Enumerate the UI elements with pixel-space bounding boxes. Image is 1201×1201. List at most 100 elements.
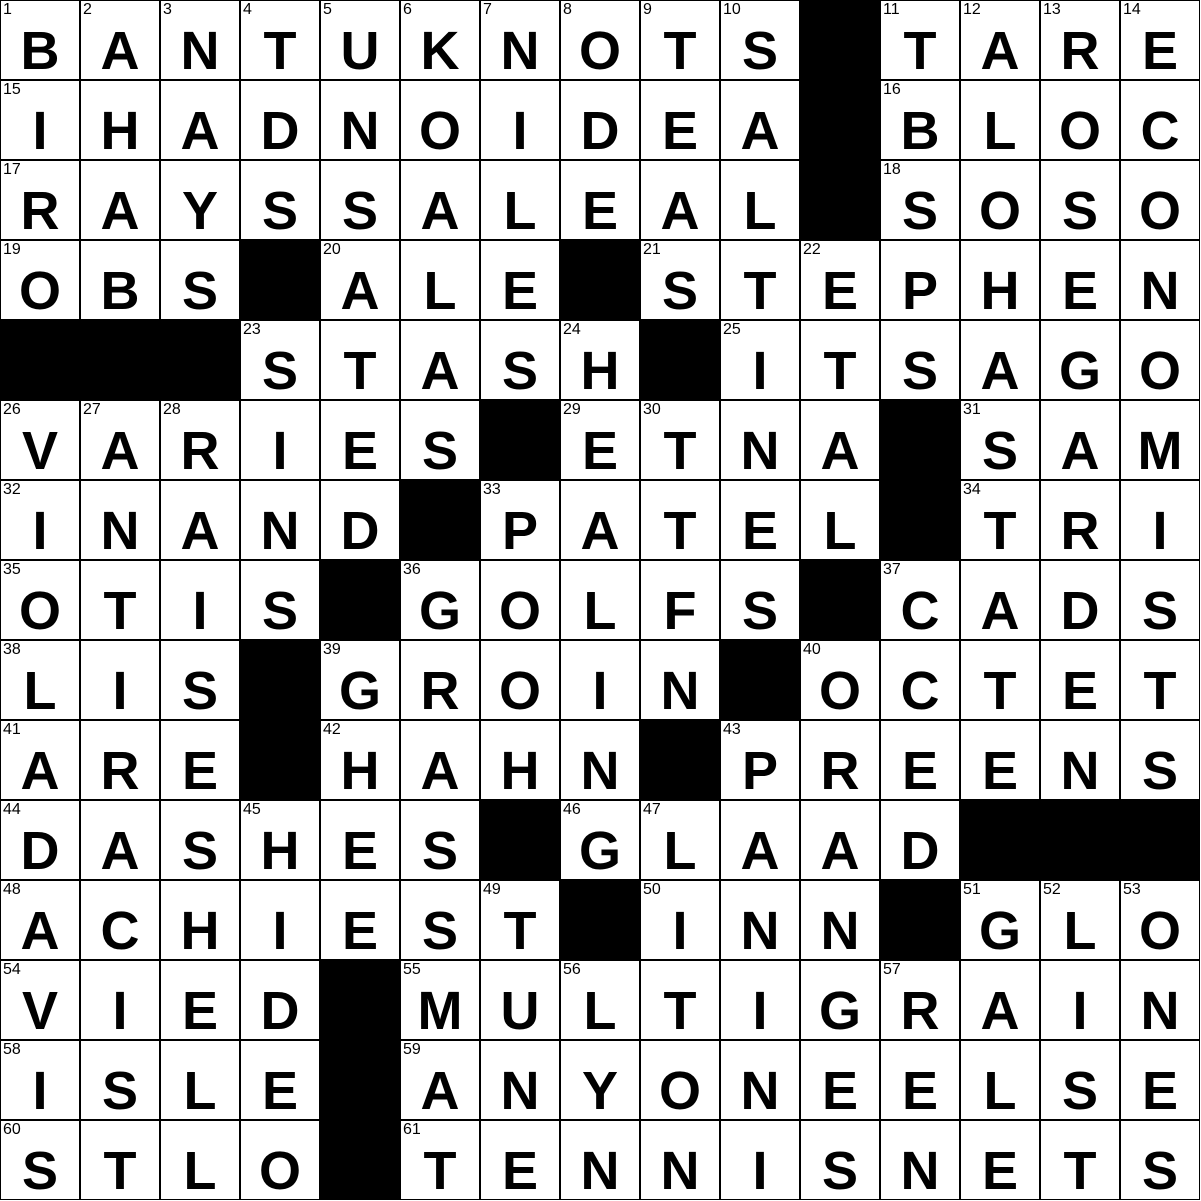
grid-cell[interactable]: 14 E <box>1120 0 1200 81</box>
grid-cell[interactable]: E <box>320 880 400 961</box>
grid-cell[interactable]: D <box>240 80 320 161</box>
grid-cell[interactable]: I <box>240 400 320 481</box>
grid-cell[interactable]: 48 A <box>0 880 80 961</box>
grid-cell[interactable]: S <box>1040 1040 1120 1121</box>
grid-cell[interactable]: L <box>720 160 800 241</box>
grid-cell[interactable]: N <box>560 1120 640 1201</box>
grid-cell[interactable]: 20 A <box>320 240 400 321</box>
grid-cell[interactable]: E <box>240 1040 320 1121</box>
grid-cell[interactable]: E <box>480 1120 560 1201</box>
grid-cell[interactable]: S <box>320 160 400 241</box>
grid-cell[interactable]: O <box>960 160 1040 241</box>
grid-cell[interactable]: N <box>640 640 720 721</box>
grid-cell[interactable]: O <box>640 1040 720 1121</box>
grid-cell[interactable]: 17 R <box>0 160 80 241</box>
grid-cell[interactable]: 8O <box>560 0 640 81</box>
grid-cell[interactable]: 44 D <box>0 800 80 881</box>
grid-cell[interactable]: 59 A <box>400 1040 480 1121</box>
grid-cell[interactable]: R <box>400 640 480 721</box>
grid-cell[interactable]: O <box>400 80 480 161</box>
grid-cell[interactable]: 54 V <box>0 960 80 1041</box>
grid-cell[interactable]: 3N <box>160 0 240 81</box>
grid-cell[interactable]: 26 V <box>0 400 80 481</box>
grid-cell[interactable]: I <box>1040 960 1120 1041</box>
grid-cell[interactable]: S <box>240 560 320 641</box>
grid-cell[interactable]: 10 S <box>720 0 800 81</box>
grid-cell[interactable]: E <box>480 240 560 321</box>
grid-cell[interactable]: N <box>720 1040 800 1121</box>
grid-cell[interactable]: N <box>1120 240 1200 321</box>
grid-cell[interactable]: 28 R <box>160 400 240 481</box>
grid-cell[interactable]: S <box>400 800 480 881</box>
grid-cell[interactable]: 60 S <box>0 1120 80 1201</box>
grid-cell[interactable]: H <box>480 720 560 801</box>
grid-cell[interactable]: 31 S <box>960 400 1040 481</box>
grid-cell[interactable]: O <box>480 640 560 721</box>
grid-cell[interactable]: O <box>480 560 560 641</box>
grid-cell[interactable]: T <box>720 240 800 321</box>
grid-cell[interactable]: T <box>80 1120 160 1201</box>
grid-cell[interactable]: E <box>560 160 640 241</box>
grid-cell[interactable]: A <box>720 800 800 881</box>
grid-cell[interactable]: 37 C <box>880 560 960 641</box>
grid-cell[interactable]: N <box>880 1120 960 1201</box>
grid-cell[interactable]: E <box>160 720 240 801</box>
grid-cell[interactable]: 13 R <box>1040 0 1120 81</box>
grid-cell[interactable]: A <box>80 800 160 881</box>
grid-cell[interactable]: 46 G <box>560 800 640 881</box>
grid-cell[interactable]: 43 P <box>720 720 800 801</box>
grid-cell[interactable]: A <box>160 480 240 561</box>
grid-cell[interactable]: T <box>80 560 160 641</box>
grid-cell[interactable]: E <box>880 720 960 801</box>
grid-cell[interactable]: S <box>400 880 480 961</box>
grid-cell[interactable]: E <box>960 720 1040 801</box>
grid-cell[interactable]: N <box>1040 720 1120 801</box>
grid-cell[interactable]: 29 E <box>560 400 640 481</box>
grid-cell[interactable]: I <box>560 640 640 721</box>
grid-cell[interactable]: A <box>400 160 480 241</box>
grid-cell[interactable]: D <box>240 960 320 1041</box>
grid-cell[interactable]: L <box>800 480 880 561</box>
grid-cell[interactable]: 5U <box>320 0 400 81</box>
grid-cell[interactable]: 58 I <box>0 1040 80 1121</box>
grid-cell[interactable]: 53 O <box>1120 880 1200 961</box>
grid-cell[interactable]: S <box>240 160 320 241</box>
grid-cell[interactable]: E <box>320 400 400 481</box>
grid-cell[interactable]: R <box>1040 480 1120 561</box>
grid-cell[interactable]: 15 I <box>0 80 80 161</box>
grid-cell[interactable]: L <box>160 1040 240 1121</box>
grid-cell[interactable]: A <box>720 80 800 161</box>
grid-cell[interactable]: 41 A <box>0 720 80 801</box>
grid-cell[interactable]: C <box>1120 80 1200 161</box>
grid-cell[interactable]: 21 S <box>640 240 720 321</box>
grid-cell[interactable]: N <box>240 480 320 561</box>
grid-cell[interactable]: L <box>480 160 560 241</box>
grid-cell[interactable]: 22 E <box>800 240 880 321</box>
grid-cell[interactable]: 56 L <box>560 960 640 1041</box>
grid-cell[interactable]: 50 I <box>640 880 720 961</box>
grid-cell[interactable]: E <box>1120 1040 1200 1121</box>
grid-cell[interactable]: C <box>880 640 960 721</box>
grid-cell[interactable]: 33 P <box>480 480 560 561</box>
grid-cell[interactable]: D <box>1040 560 1120 641</box>
grid-cell[interactable]: O <box>1040 80 1120 161</box>
grid-cell[interactable]: I <box>720 1120 800 1201</box>
grid-cell[interactable]: 23 S <box>240 320 320 401</box>
grid-cell[interactable]: L <box>160 1120 240 1201</box>
grid-cell[interactable]: A <box>960 960 1040 1041</box>
grid-cell[interactable]: P <box>880 240 960 321</box>
grid-cell[interactable]: D <box>320 480 400 561</box>
grid-cell[interactable]: 27 A <box>80 400 160 481</box>
grid-cell[interactable]: 47 L <box>640 800 720 881</box>
grid-cell[interactable]: E <box>800 1040 880 1121</box>
grid-cell[interactable]: D <box>560 80 640 161</box>
grid-cell[interactable]: S <box>800 1120 880 1201</box>
grid-cell[interactable]: O <box>1120 160 1200 241</box>
grid-cell[interactable]: A <box>800 800 880 881</box>
grid-cell[interactable]: E <box>1040 240 1120 321</box>
grid-cell[interactable]: T <box>800 320 880 401</box>
grid-cell[interactable]: E <box>880 1040 960 1121</box>
grid-cell[interactable]: T <box>320 320 400 401</box>
grid-cell[interactable]: I <box>720 960 800 1041</box>
grid-cell[interactable]: 12 A <box>960 0 1040 81</box>
